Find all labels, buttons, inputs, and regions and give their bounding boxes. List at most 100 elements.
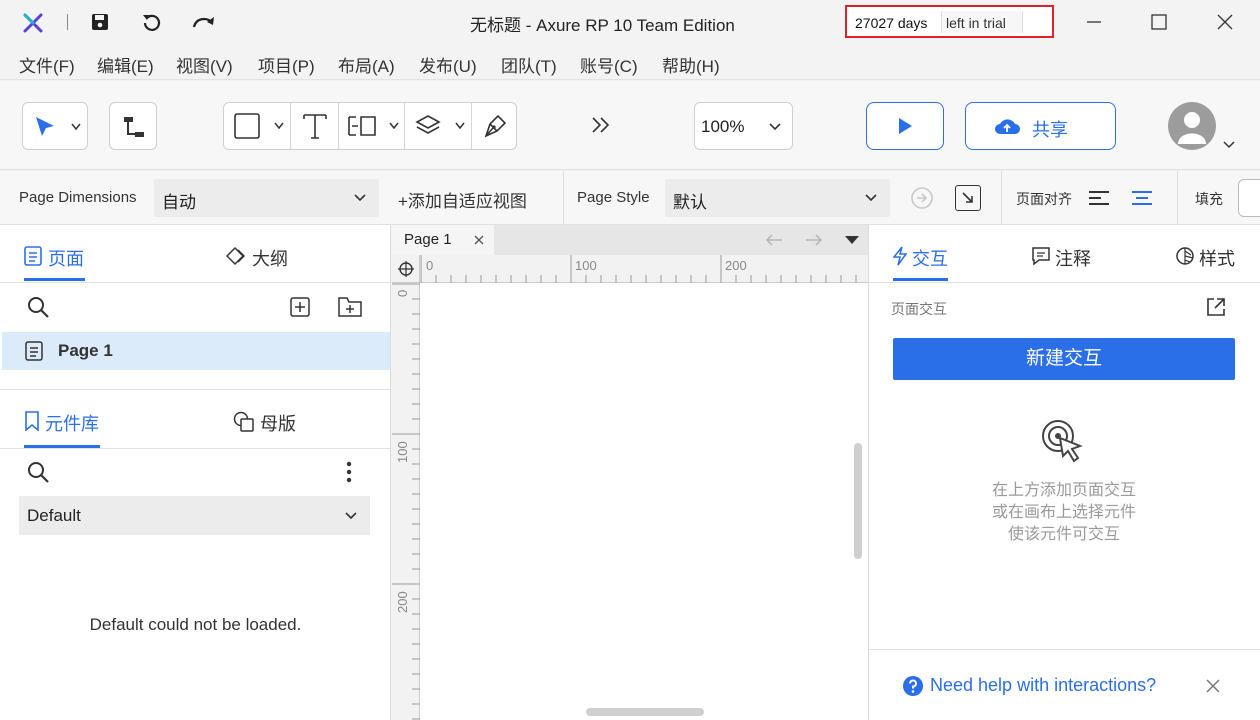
trial-indicator: 27027 days left in trial (845, 5, 1054, 38)
share-button[interactable]: 共享 (965, 102, 1116, 150)
page-style-select[interactable]: 默认 (665, 179, 890, 217)
chevron-down-icon (455, 122, 465, 130)
chevron-down-icon[interactable] (1223, 141, 1235, 149)
menu-publish[interactable]: 发布(U) (419, 52, 477, 77)
ruler-label: 100 (575, 258, 597, 273)
page-dimensions-value: 自动 (162, 193, 196, 212)
search-icon[interactable] (27, 296, 49, 318)
arrow-left-icon[interactable] (765, 233, 783, 247)
more-tools-button[interactable] (590, 114, 612, 141)
layers-tool-button[interactable] (405, 103, 471, 149)
canvas-page-tab[interactable]: Page 1 (392, 225, 494, 255)
minimize-button[interactable] (1082, 10, 1106, 34)
title-bar: 无标题 - Axure RP 10 Team Edition 27027 day… (0, 0, 1260, 44)
menu-view[interactable]: 视图(V) (176, 52, 233, 77)
ruler-label: 0 (395, 289, 410, 297)
horizontal-ruler: 0 100 200 (420, 255, 872, 283)
edit-style-button[interactable] (955, 185, 981, 211)
fill-label: 填充 (1195, 191, 1223, 207)
redo-button[interactable] (192, 10, 216, 34)
menu-edit[interactable]: 编辑(E) (97, 52, 154, 77)
horizontal-scrollbar[interactable] (586, 708, 704, 716)
snippet-icon (348, 116, 376, 136)
menu-account[interactable]: 账号(C) (580, 52, 638, 77)
masters-icon (233, 411, 254, 432)
tab-masters-label: 母版 (260, 414, 296, 434)
save-button[interactable] (88, 10, 112, 34)
comment-icon (1032, 247, 1050, 266)
search-icon[interactable] (27, 461, 49, 483)
undo-button[interactable] (140, 10, 164, 34)
page-icon (25, 341, 43, 361)
ruler-ticks (392, 283, 420, 720)
connector-icon (124, 117, 144, 137)
arrow-right-icon[interactable] (805, 233, 823, 247)
menu-project[interactable]: 项目(P) (258, 52, 315, 77)
add-adaptive-view-button[interactable]: +添加自适应视图 (398, 187, 527, 212)
menu-file[interactable]: 文件(F) (19, 52, 75, 77)
right-panel: 交互 注释 样式 页面交互 新建交互 在上方添加页面交互 或在画布上选择元件 使… (868, 225, 1260, 720)
page-dimensions-select[interactable]: 自动 (154, 179, 379, 217)
add-folder-icon[interactable] (338, 296, 362, 318)
vertical-scrollbar[interactable] (854, 443, 862, 559)
maximize-button[interactable] (1147, 10, 1171, 34)
pages-tabs: 页面 大纲 (0, 225, 390, 283)
axure-logo-icon (23, 13, 43, 33)
ruler-label: 0 (426, 258, 434, 273)
user-avatar[interactable] (1168, 102, 1216, 150)
goto-style-icon[interactable] (910, 186, 934, 210)
tab-interactions-label: 交互 (912, 249, 948, 269)
close-icon[interactable] (474, 235, 484, 245)
lightning-icon (893, 246, 907, 266)
hint-line: 使该元件可交互 (1007, 526, 1120, 543)
pen-icon (484, 114, 507, 138)
page-icon (24, 246, 42, 266)
page-list-item[interactable]: Page 1 (2, 332, 390, 370)
close-window-button[interactable] (1213, 10, 1237, 34)
popout-icon[interactable] (1205, 296, 1227, 318)
menu-help[interactable]: 帮助(H) (662, 52, 720, 77)
pen-tool-button[interactable] (472, 103, 518, 149)
arrow-inward-icon (962, 192, 973, 203)
hint-line: 在上方添加页面交互 (991, 482, 1136, 499)
fill-color-swatch[interactable] (1238, 179, 1260, 217)
caret-down-icon[interactable] (845, 236, 859, 244)
rectangle-tool-button[interactable] (224, 103, 290, 149)
library-select[interactable]: Default (19, 496, 370, 535)
select-tool-button[interactable] (22, 102, 88, 150)
ruler-origin[interactable] (392, 255, 420, 283)
page-name: Page 1 (58, 341, 113, 360)
preview-button[interactable] (866, 102, 944, 150)
align-left-icon[interactable] (1088, 190, 1110, 206)
snippets-tool-button[interactable] (339, 103, 404, 149)
left-panel: 页面 大纲 Page 1 元件库 母版 Default Default coul… (0, 225, 391, 720)
menu-bar: 文件(F) 编辑(E) 视图(V) 项目(P) 布局(A) 发布(U) 团队(T… (0, 44, 1260, 80)
pointer-arrow-icon (36, 117, 54, 136)
user-icon (1178, 112, 1206, 144)
help-icon (903, 676, 923, 696)
library-error-message: Default could not be loaded. (89, 615, 302, 634)
menu-team[interactable]: 团队(T) (501, 52, 557, 77)
page-align-label: 页面对齐 (1016, 191, 1072, 207)
save-icon (92, 14, 108, 30)
add-page-icon[interactable] (290, 297, 310, 317)
close-icon[interactable] (1206, 679, 1220, 693)
ruler-label: 100 (395, 441, 410, 463)
help-link[interactable]: Need help with interactions? (930, 675, 1156, 696)
inspector-tabs: 交互 注释 样式 (869, 225, 1260, 283)
hint-line: 或在画布上选择元件 (991, 504, 1136, 521)
new-interaction-button[interactable]: 新建交互 (893, 338, 1235, 380)
align-center-icon[interactable] (1131, 190, 1153, 206)
more-vertical-icon[interactable] (346, 461, 352, 483)
menu-layout[interactable]: 布局(A) (338, 52, 395, 77)
ruler-label: 200 (395, 591, 410, 613)
zoom-select[interactable]: 100% (694, 102, 793, 150)
canvas-area[interactable]: Page 1 0 100 200 0 100 200 (392, 225, 872, 720)
window-title: 无标题 - Axure RP 10 Team Edition (470, 16, 735, 35)
trial-suffix: left in trial (946, 15, 1006, 31)
connector-tool-button[interactable] (109, 102, 157, 150)
chevron-down-icon (769, 123, 781, 131)
cloud-upload-icon (995, 119, 1020, 134)
text-tool-button[interactable] (291, 103, 338, 149)
divider (563, 171, 564, 225)
